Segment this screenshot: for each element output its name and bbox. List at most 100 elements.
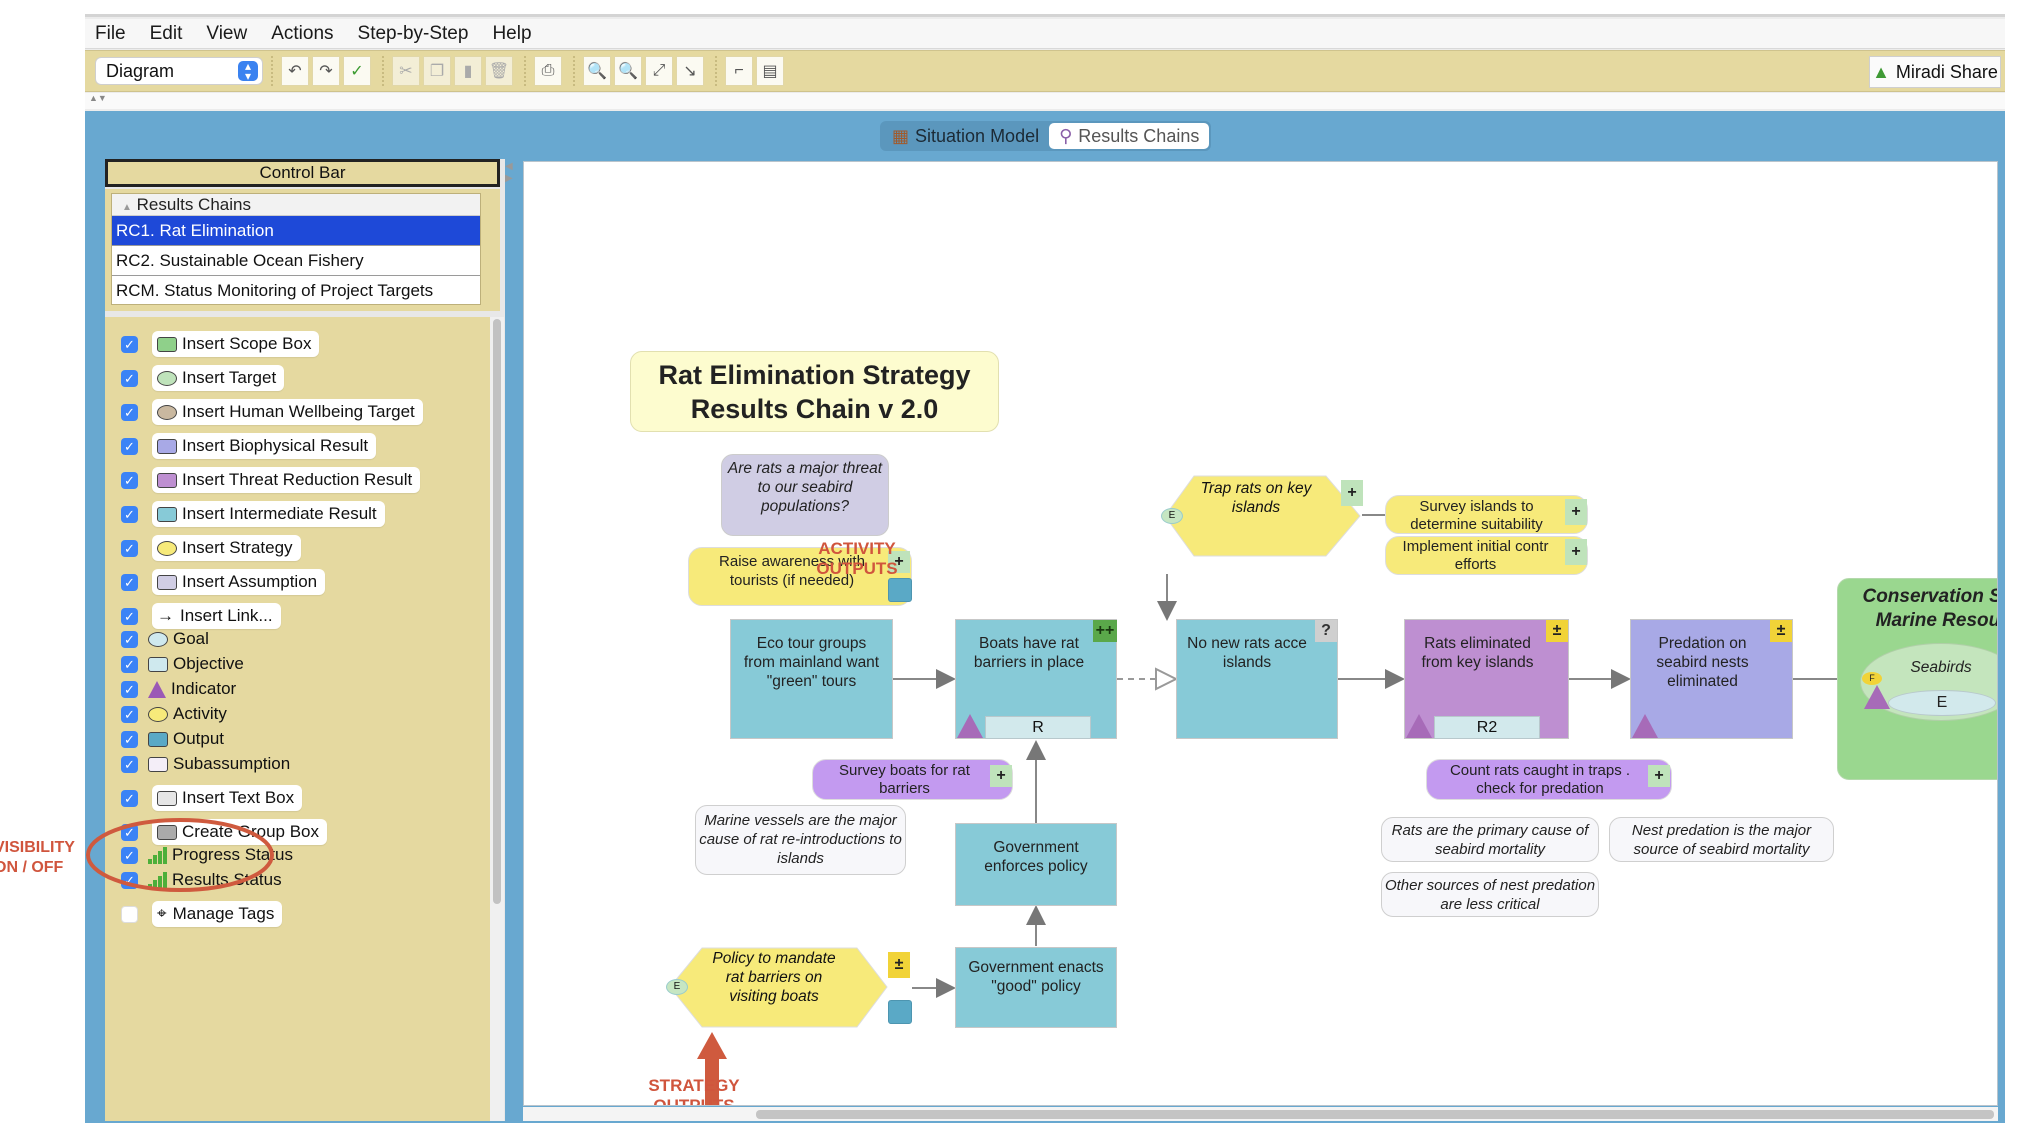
result-government-enforces[interactable]: Government enforces policy (955, 823, 1117, 906)
visibility-checkbox[interactable]: ✓ (121, 369, 138, 387)
visibility-checkbox[interactable]: ✓ (121, 730, 138, 748)
subassumption-rats-primary[interactable]: Rats are the primary cause of seabird mo… (1381, 817, 1599, 862)
miradi-share-button[interactable]: ▲ Miradi Share (1869, 56, 2001, 88)
visibility-checkbox[interactable]: ✓ (121, 471, 138, 489)
delete-button[interactable]: 🗑 (485, 56, 513, 86)
visibility-checkbox[interactable]: ✓ (121, 630, 138, 648)
insert-button[interactable]: Insert Biophysical Result (152, 433, 377, 459)
mixed-status-badge[interactable]: ± (1770, 620, 1792, 642)
zoom-fit-button[interactable]: ⤢ (645, 56, 673, 86)
result-eco-tour-groups[interactable]: Eco tour groups from mainland want "gree… (730, 619, 893, 739)
assumption-rats-threat[interactable]: Are rats a major threat to our seabird p… (721, 454, 889, 536)
subassumption-nest-predation[interactable]: Nest predation is the major source of se… (1609, 817, 1834, 862)
insert-button[interactable]: Insert Threat Reduction Result (152, 467, 421, 493)
panel-splitter[interactable]: ▲▼ (85, 93, 2005, 109)
copy-button[interactable]: ❐ (423, 56, 451, 86)
results-chain-item[interactable]: RCM. Status Monitoring of Project Target… (112, 276, 480, 306)
mixed-status-badge[interactable]: ± (1546, 620, 1568, 642)
result-no-new-rats[interactable]: No new rats acce islands (1176, 619, 1338, 739)
insert-button[interactable]: Insert Strategy (152, 535, 301, 561)
visibility-checkbox[interactable]: ✓ (121, 607, 138, 625)
visibility-checkbox[interactable]: ✓ (121, 335, 138, 353)
strategy-trap-rats[interactable]: Trap rats on key islands E (1161, 475, 1362, 557)
diagram-canvas[interactable]: Rat Elimination Strategy Results Chain v… (523, 161, 1998, 1106)
mixed-status-badge[interactable]: ± (888, 952, 910, 978)
insert-button[interactable]: Insert Human Wellbeing Target (152, 399, 423, 425)
menu-actions[interactable]: Actions (271, 23, 333, 45)
status-unknown-badge[interactable]: ? (1315, 620, 1337, 642)
scroll-thumb[interactable] (493, 319, 501, 904)
subassumption-other-sources[interactable]: Other sources of nest predation are less… (1381, 872, 1599, 917)
visibility-checkbox[interactable]: ✓ (121, 505, 138, 523)
indicator-icon[interactable] (1864, 685, 1890, 709)
link-routing-button[interactable]: ⌐ (725, 56, 753, 86)
goal-badge[interactable]: E (1888, 690, 1996, 716)
visibility-checkbox[interactable]: ✓ (121, 655, 138, 673)
visibility-checkbox[interactable]: ✓ (121, 755, 138, 773)
menu-view[interactable]: View (206, 23, 247, 45)
insert-button[interactable]: Insert Text Box (152, 785, 303, 811)
menu-file[interactable]: File (95, 23, 126, 45)
results-chain-item[interactable]: RC1. Rat Elimination (112, 216, 480, 246)
insert-button[interactable]: Insert Target (152, 365, 285, 391)
visibility-checkbox[interactable]: ✓ (121, 539, 138, 557)
insert-button[interactable]: → Insert Link... (152, 603, 281, 629)
objective-badge[interactable]: R2 (1434, 716, 1540, 739)
collapse-arrows[interactable]: ◀ ▶ (505, 161, 513, 185)
plus-badge[interactable]: + (990, 765, 1012, 787)
strategy-policy-rat-barriers[interactable]: Policy to mandate rat barriers on visiti… (666, 947, 889, 1028)
insert-button[interactable]: ⌖ Manage Tags (152, 901, 283, 927)
objective-survey-boats[interactable]: Survey boats for rat barriers (812, 759, 1013, 800)
zoom-out-button[interactable]: 🔍 (614, 56, 642, 86)
canvas-horizontal-scrollbar[interactable] (523, 1107, 1998, 1121)
result-government-enacts[interactable]: Government enacts "good" policy (955, 947, 1117, 1028)
results-chain-item[interactable]: RC2. Sustainable Ocean Fishery (112, 246, 480, 276)
plus-badge[interactable]: + (1565, 539, 1587, 565)
visibility-checkbox[interactable]: ✓ (121, 680, 138, 698)
undo-button[interactable]: ↶ (281, 56, 309, 86)
visibility-checkbox[interactable]: ✓ (121, 705, 138, 723)
visibility-checkbox[interactable]: ✓ (121, 437, 138, 455)
print-button[interactable]: ⎙ (534, 56, 562, 86)
insert-button[interactable]: Insert Scope Box (152, 331, 320, 357)
visibility-checkbox[interactable]: ✓ (121, 403, 138, 421)
insert-button[interactable]: Insert Assumption (152, 569, 326, 595)
insert-button[interactable]: Insert Intermediate Result (152, 501, 385, 527)
objective-badge[interactable]: R (985, 716, 1091, 739)
layers-button[interactable]: ▤ (756, 56, 784, 86)
legend-scrollbar[interactable] (490, 317, 504, 1121)
tab-results-chains[interactable]: ⚲ Results Chains (1049, 123, 1210, 149)
progress-badge[interactable]: ++ (1093, 620, 1117, 642)
activity-survey-islands[interactable]: Survey islands to determine suitability (1385, 495, 1588, 534)
objective-count-rats[interactable]: Count rats caught in traps . check for p… (1426, 759, 1672, 800)
menu-edit[interactable]: Edit (150, 23, 183, 45)
visibility-checkbox[interactable]: ✓ (121, 789, 138, 807)
paste-button[interactable]: ▮ (454, 56, 482, 86)
redo-button[interactable]: ↷ (312, 56, 340, 86)
flag-badge[interactable]: F (1862, 672, 1882, 685)
plus-badge[interactable]: + (1341, 480, 1363, 506)
subassumption-marine-vessels[interactable]: Marine vessels are the major cause of ra… (695, 805, 906, 875)
tab-situation-model[interactable]: ▦ Situation Model (882, 123, 1049, 149)
results-chains-header[interactable]: ▲ Results Chains (112, 194, 480, 216)
output-icon[interactable] (888, 1000, 912, 1024)
scroll-thumb[interactable] (756, 1110, 1994, 1119)
view-select[interactable]: Diagram ▴ ▾ (95, 57, 263, 85)
spellcheck-button[interactable]: ✓ (343, 56, 371, 86)
indicator-icon[interactable] (957, 714, 983, 738)
plus-badge[interactable]: + (1565, 499, 1587, 525)
plus-badge[interactable]: + (1648, 765, 1670, 787)
activity-implement-control[interactable]: Implement initial contr efforts (1385, 536, 1588, 575)
output-icon[interactable] (888, 578, 912, 602)
indicator-icon[interactable] (1406, 714, 1432, 738)
pointer-button[interactable]: ↘ (676, 56, 704, 86)
visibility-checkbox[interactable] (121, 905, 138, 923)
menu-help[interactable]: Help (492, 23, 531, 45)
visibility-checkbox[interactable]: ✓ (121, 573, 138, 591)
cut-button[interactable]: ✂ (392, 56, 420, 86)
indicator-icon[interactable] (1632, 714, 1658, 738)
zoom-in-button[interactable]: 🔍 (583, 56, 611, 86)
diagram-title-box[interactable]: Rat Elimination Strategy Results Chain v… (630, 351, 999, 432)
menu-step-by-step[interactable]: Step-by-Step (358, 23, 469, 45)
legend-item: Output (148, 729, 224, 749)
